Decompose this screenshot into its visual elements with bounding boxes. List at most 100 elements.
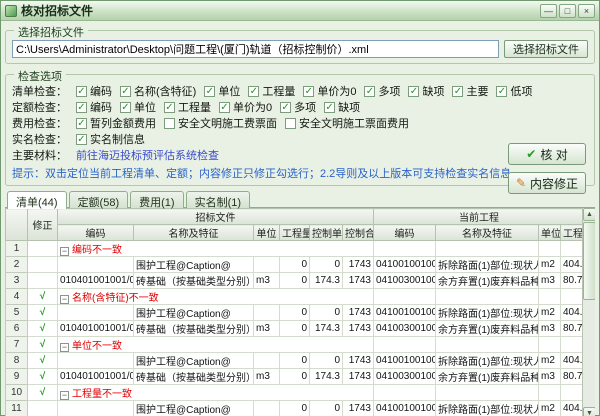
collapse-icon[interactable]: − [60, 391, 69, 400]
correction-cell[interactable] [28, 273, 58, 289]
correction-cell[interactable]: √ [28, 321, 58, 337]
bid-total-cell: 1743 [343, 369, 374, 385]
checkbox-box[interactable]: ✓ [303, 86, 314, 97]
correction-cell[interactable]: √ [28, 369, 58, 385]
correction-cell[interactable]: √ [28, 305, 58, 321]
checkbox-item[interactable]: 安全文明施工票面费用 [285, 115, 409, 131]
checkbox-item[interactable]: ✓多项 [280, 99, 316, 115]
correction-cell[interactable] [28, 401, 58, 416]
checkbox-box[interactable]: ✓ [452, 86, 463, 97]
close-button[interactable]: × [578, 4, 595, 18]
current-code-cell: 041001001001 [374, 401, 436, 416]
correction-cell[interactable]: √ [28, 289, 58, 305]
checkbox-item[interactable]: ✓主要 [452, 83, 488, 99]
checkbox-box[interactable] [164, 118, 175, 129]
correction-cell[interactable]: √ [28, 385, 58, 401]
checkbox-item[interactable]: ✓单价为0 [219, 99, 272, 115]
check-bid-dialog: 核对招标文件 — □ × 选择招标文件 选择招标文件 检查选项 清单检查：✓编码… [0, 0, 600, 416]
checkbox-box[interactable]: ✓ [76, 102, 87, 113]
tab-fee[interactable]: 费用(1) [130, 191, 183, 208]
scroll-down-icon[interactable]: ▼ [583, 407, 595, 416]
checkbox-item[interactable]: ✓暂列金额费用 [76, 115, 156, 131]
collapse-icon[interactable]: − [60, 247, 69, 256]
result-row[interactable]: 3010401001001/010…砖基础（按基础类型分别）m30174.317… [6, 273, 585, 289]
checkbox-label: 缺项 [338, 99, 360, 115]
current-col-header-1: 名称及特征 [436, 225, 539, 241]
vertical-scrollbar[interactable]: ▲ ▼ [582, 208, 595, 416]
checkbox-item[interactable]: ✓单位 [120, 99, 156, 115]
checkbox-box[interactable]: ✓ [408, 86, 419, 97]
checkbox-label: 实名制信息 [90, 131, 145, 147]
correction-cell[interactable]: √ [28, 337, 58, 353]
browse-bid-file-button[interactable]: 选择招标文件 [504, 40, 588, 58]
checkbox-label: 工程量 [178, 99, 211, 115]
checkbox-box[interactable]: ✓ [496, 86, 507, 97]
result-row[interactable]: 2围护工程@Caption@001743041001001001拆除路面(1)部… [6, 257, 585, 273]
collapse-icon[interactable]: − [60, 343, 69, 352]
bid-price-cell: 174.3 [310, 321, 343, 337]
checkbox-box[interactable]: ✓ [248, 86, 259, 97]
issue-group-row[interactable]: 1−编码不一致 [6, 241, 585, 257]
checkbox-item[interactable]: ✓缺项 [324, 99, 360, 115]
correction-cell[interactable] [28, 257, 58, 273]
result-row[interactable]: 11围护工程@Caption@001743041001001001拆除路面(1)… [6, 401, 585, 416]
current-name-cell: 拆除路面(1)部位:现状人行道路面 [436, 401, 539, 416]
checkbox-item[interactable]: ✓缺项 [408, 83, 444, 99]
result-tabs: 清单(44)定额(58)费用(1)实名制(1) [5, 191, 595, 208]
scroll-up-icon[interactable]: ▲ [583, 208, 595, 221]
current-unit-cell [539, 289, 561, 305]
collapse-icon[interactable]: − [60, 295, 69, 304]
checkbox-item[interactable]: ✓多项 [364, 83, 400, 99]
checkbox-box[interactable]: ✓ [219, 102, 230, 113]
checkbox-item[interactable]: ✓工程量 [164, 99, 211, 115]
haimai-evaluation-link[interactable]: 前往海迈投标预评估系统检查 [76, 147, 219, 163]
minimize-button[interactable]: — [540, 4, 557, 18]
checkbox-box[interactable]: ✓ [324, 102, 335, 113]
checkbox-item[interactable]: ✓工程量 [248, 83, 295, 99]
maximize-button[interactable]: □ [559, 4, 576, 18]
issue-group-row[interactable]: 10√−工程量不一致 [6, 385, 585, 401]
checkbox-box[interactable] [285, 118, 296, 129]
result-row[interactable]: 5√围护工程@Caption@001743041001001001拆除路面(1)… [6, 305, 585, 321]
result-row[interactable]: 9√010401001001/010…砖基础（按基础类型分别）m30174.31… [6, 369, 585, 385]
current-code-cell: 041003001001 [374, 321, 436, 337]
bid-qty-cell: 0 [280, 305, 310, 321]
current-qty-cell: 404.3 [561, 401, 585, 416]
checkbox-item[interactable]: ✓单位 [204, 83, 240, 99]
checkbox-label: 主要 [466, 83, 488, 99]
checkbox-box[interactable]: ✓ [76, 86, 87, 97]
result-row[interactable]: 6√010401001001/010…砖基础（按基础类型分别）m30174.31… [6, 321, 585, 337]
checkbox-box[interactable]: ✓ [364, 86, 375, 97]
bid-file-path-input[interactable] [12, 40, 499, 58]
checkbox-box[interactable]: ✓ [164, 102, 175, 113]
issue-group-row[interactable]: 4√−名称(含特征)不一致 [6, 289, 585, 305]
checkbox-box[interactable]: ✓ [120, 102, 131, 113]
checkbox-item[interactable]: ✓编码 [76, 83, 112, 99]
checkbox-item[interactable]: ✓名称(含特征) [120, 83, 196, 99]
scrollbar-thumb[interactable] [583, 222, 595, 300]
tab-list[interactable]: 清单(44) [7, 191, 67, 209]
check-row-label: 定额检查： [12, 99, 76, 115]
checkbox-box[interactable]: ✓ [204, 86, 215, 97]
checkbox-box[interactable]: ✓ [76, 118, 87, 129]
row-number-cell: 6 [6, 321, 28, 337]
checkbox-box[interactable]: ✓ [280, 102, 291, 113]
checkbox-item[interactable]: ✓低项 [496, 83, 532, 99]
result-row[interactable]: 8√围护工程@Caption@001743041001001001拆除路面(1)… [6, 353, 585, 369]
file-row: 选择招标文件 [12, 40, 588, 58]
tab-realname[interactable]: 实名制(1) [186, 191, 250, 208]
checkbox-item[interactable]: ✓实名制信息 [76, 131, 145, 147]
checkbox-box[interactable]: ✓ [76, 134, 87, 145]
current-qty-cell: 404.3 [561, 257, 585, 273]
checkbox-box[interactable]: ✓ [120, 86, 131, 97]
tab-quota[interactable]: 定额(58) [69, 191, 129, 208]
correction-cell[interactable] [28, 241, 58, 257]
correction-cell[interactable]: √ [28, 353, 58, 369]
current-unit-cell [539, 337, 561, 353]
current-name-cell: 拆除路面(1)部位:现状人行道路面 [436, 353, 539, 369]
checkbox-item[interactable]: ✓单价为0 [303, 83, 356, 99]
check-button[interactable]: ✔ 核 对 [508, 143, 586, 165]
checkbox-item[interactable]: 安全文明施工费票面 [164, 115, 277, 131]
issue-group-row[interactable]: 7√−单位不一致 [6, 337, 585, 353]
checkbox-item[interactable]: ✓编码 [76, 99, 112, 115]
